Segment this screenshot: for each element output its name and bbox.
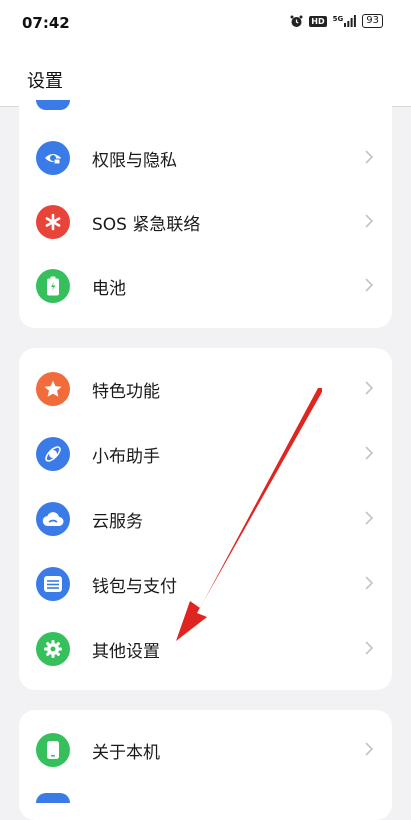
settings-item-battery[interactable]: 电池 xyxy=(19,254,392,318)
gear-icon xyxy=(36,632,70,666)
partial-item-icon xyxy=(36,100,70,110)
chevron-right-icon xyxy=(364,380,374,400)
settings-item-other[interactable]: 其他设置 xyxy=(19,617,392,681)
phone-icon xyxy=(36,733,70,767)
cloud-icon xyxy=(36,502,70,536)
status-bar: 07:42 HD 5G 93 xyxy=(0,0,411,48)
settings-item-label: 电池 xyxy=(92,279,126,299)
settings-item-label: 云服务 xyxy=(92,512,143,532)
chevron-right-icon xyxy=(364,149,374,169)
network-label: 5G xyxy=(332,15,344,23)
settings-item-label: 特色功能 xyxy=(92,382,160,402)
settings-header: 设置 xyxy=(0,48,411,107)
page-title: 设置 xyxy=(27,71,63,92)
settings-item-label: 钱包与支付 xyxy=(92,577,177,597)
settings-item-privacy[interactable]: 权限与隐私 xyxy=(19,126,392,190)
chevron-right-icon xyxy=(364,575,374,595)
chevron-right-icon xyxy=(364,277,374,297)
battery-icon xyxy=(36,269,70,303)
settings-item-features[interactable]: 特色功能 xyxy=(19,357,392,421)
chevron-right-icon xyxy=(364,510,374,530)
settings-item-wallet[interactable]: 钱包与支付 xyxy=(19,552,392,616)
status-time: 07:42 xyxy=(22,14,70,32)
wallet-icon xyxy=(36,567,70,601)
settings-item-label: SOS 紧急联络 xyxy=(92,215,201,235)
settings-group-1: 权限与隐私 SOS 紧急联络 电池 xyxy=(19,100,392,328)
settings-item-label: 小布助手 xyxy=(92,447,160,467)
settings-group-3: 关于本机 xyxy=(19,710,392,820)
partial-item-icon xyxy=(36,793,70,803)
alarm-icon xyxy=(290,15,303,28)
settings-item-assistant[interactable]: 小布助手 xyxy=(19,422,392,486)
sos-icon xyxy=(36,205,70,239)
assistant-icon xyxy=(36,437,70,471)
chevron-right-icon xyxy=(364,640,374,660)
5g-signal-icon: 5G xyxy=(333,15,357,27)
chevron-right-icon xyxy=(364,741,374,761)
settings-item-cloud[interactable]: 云服务 xyxy=(19,487,392,551)
privacy-icon xyxy=(36,141,70,175)
settings-item-sos[interactable]: SOS 紧急联络 xyxy=(19,190,392,254)
status-icons: HD 5G 93 xyxy=(290,14,383,28)
settings-item-label: 权限与隐私 xyxy=(92,151,177,171)
settings-item-label: 其他设置 xyxy=(92,642,160,662)
settings-group-2: 特色功能 小布助手 云服务 钱包与支付 其他设置 xyxy=(19,348,392,690)
chevron-right-icon xyxy=(364,445,374,465)
star-icon xyxy=(36,372,70,406)
settings-item-about[interactable]: 关于本机 xyxy=(19,718,392,782)
settings-item-label: 关于本机 xyxy=(92,743,160,763)
hd-icon: HD xyxy=(309,15,327,27)
battery-icon: 93 xyxy=(362,14,383,28)
chevron-right-icon xyxy=(364,213,374,233)
